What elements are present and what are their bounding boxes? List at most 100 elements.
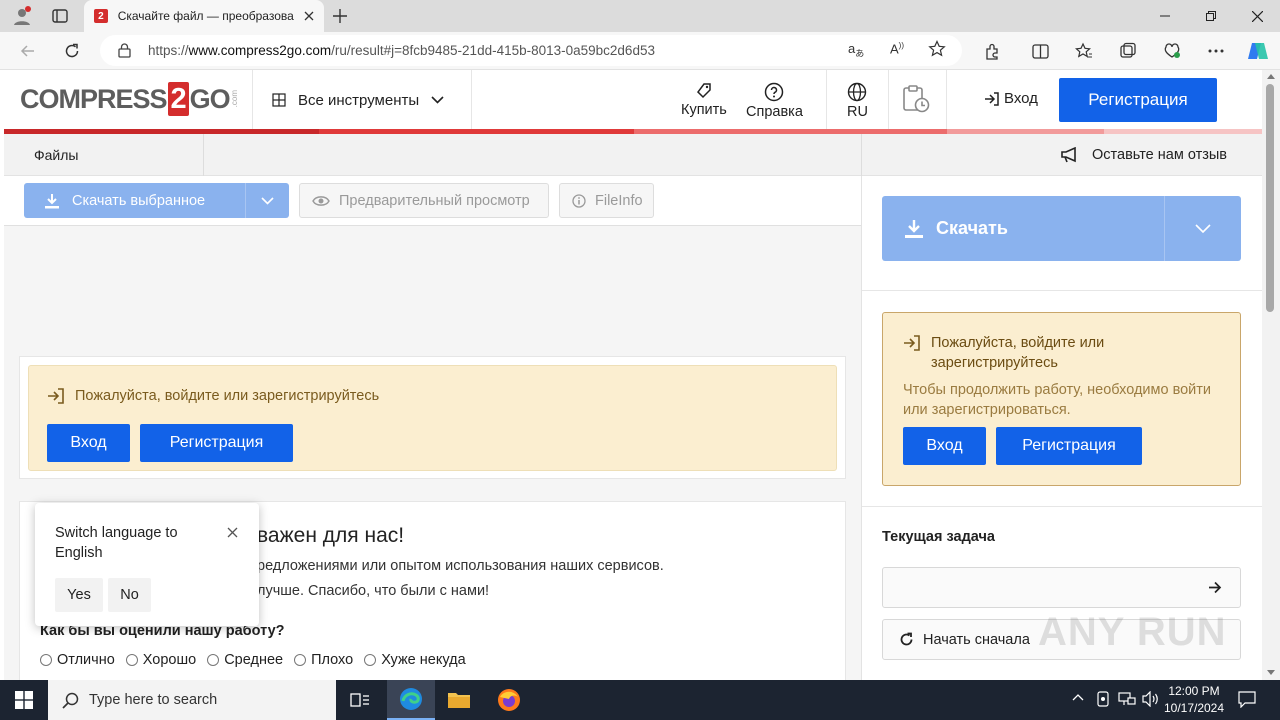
rating-option-good[interactable]: Хорошо — [125, 652, 197, 668]
logo-text-2: 2 — [167, 82, 189, 116]
download-selected-button[interactable]: Скачать выбранное — [24, 183, 289, 218]
header-login-link[interactable]: Вход — [984, 90, 1038, 107]
language-button[interactable]: RU — [847, 80, 868, 120]
download-button[interactable]: Скачать — [882, 196, 1241, 261]
translate-icon[interactable]: aあ — [848, 41, 864, 60]
fileinfo-button[interactable]: FileInfo — [559, 183, 654, 218]
taskbar-search-box[interactable]: Type here to search — [48, 680, 336, 720]
new-tab-icon[interactable] — [332, 8, 348, 24]
sub-navigation-bar: Файлы Оставьте нам отзыв — [4, 134, 1262, 176]
scroll-down-icon[interactable] — [1267, 670, 1275, 676]
firefox-icon[interactable] — [485, 680, 533, 720]
site-favicon-icon: 2 — [94, 9, 108, 23]
buy-button[interactable]: Купить — [681, 80, 727, 118]
radio-button[interactable] — [207, 654, 220, 666]
web-page: COMPRESS 2 GO .com Все инструменты Купить С… — [4, 70, 1262, 680]
help-label: Справка — [746, 104, 803, 120]
scroll-up-icon[interactable] — [1267, 73, 1275, 79]
tab-actions-icon[interactable] — [52, 8, 68, 24]
divider — [252, 70, 253, 130]
address-bar[interactable]: https://www.compress2go.com/ru/result#j=… — [100, 35, 962, 66]
login-prompt-card: Пожалуйста, войдите или зарегистрируйтес… — [19, 356, 846, 479]
split-screen-icon[interactable] — [1028, 39, 1052, 63]
download-selected-label: Скачать выбранное — [72, 192, 206, 209]
read-aloud-icon[interactable]: A)) — [890, 41, 904, 56]
radio-button[interactable] — [294, 654, 307, 666]
browser-essentials-icon[interactable] — [1160, 39, 1184, 63]
lock-icon[interactable] — [118, 43, 131, 58]
edge-browser-icon[interactable] — [387, 680, 435, 720]
download-label: Скачать — [936, 218, 1008, 238]
current-task-item[interactable] — [882, 567, 1241, 608]
notifications-icon[interactable] — [1238, 691, 1256, 708]
login-prompt-box: Пожалуйста, войдите или зарегистрируйтес… — [28, 365, 837, 471]
chevron-up-icon[interactable] — [1072, 693, 1084, 701]
network-icon[interactable] — [1118, 692, 1136, 706]
browser-tab-active[interactable]: 2 Скачайте файл — преобразова — [84, 0, 324, 32]
profile-icon[interactable] — [12, 6, 32, 26]
tray-device-icon[interactable] — [1096, 691, 1110, 707]
files-toolbar: Скачать выбранное Предварительный просмо… — [4, 176, 861, 226]
preview-button[interactable]: Предварительный просмотр — [299, 183, 549, 218]
collections-icon[interactable] — [1116, 39, 1140, 63]
extensions-icon[interactable] — [980, 39, 1004, 63]
favorites-icon[interactable] — [1072, 39, 1096, 63]
page-scrollbar[interactable] — [1262, 70, 1280, 680]
favorite-star-icon[interactable] — [928, 40, 946, 58]
header-register-button[interactable]: Регистрация — [1059, 78, 1217, 122]
restore-icon[interactable] — [1188, 0, 1234, 32]
radio-button[interactable] — [364, 654, 377, 666]
logo-text-go: GO — [189, 83, 231, 114]
divider — [946, 70, 947, 130]
sidebar-login-button[interactable]: Вход — [903, 427, 986, 465]
popup-yes-button[interactable]: Yes — [55, 578, 103, 612]
site-header: COMPRESS 2 GO .com Все инструменты Купить С… — [4, 70, 1262, 134]
chevron-down-icon[interactable] — [246, 196, 289, 205]
sidebar-register-button[interactable]: Регистрация — [996, 427, 1142, 465]
register-button[interactable]: Регистрация — [140, 424, 293, 462]
feedback-link[interactable]: Оставьте нам отзыв — [1060, 134, 1227, 176]
task-view-icon[interactable] — [336, 680, 384, 720]
rating-option-label: Хорошо — [142, 652, 197, 668]
history-clipboard-icon[interactable] — [901, 84, 931, 114]
copilot-icon[interactable] — [1246, 39, 1270, 63]
volume-icon[interactable] — [1142, 691, 1160, 707]
radio-button[interactable] — [40, 654, 52, 666]
rating-option-bad[interactable]: Плохо — [294, 652, 353, 668]
windows-start-icon[interactable] — [0, 680, 48, 720]
switch-language-popup: Switch language to English Yes No — [35, 503, 259, 626]
help-button[interactable]: Справка — [746, 80, 803, 120]
rating-option-average[interactable]: Среднее — [207, 652, 283, 668]
feedback-label: Оставьте нам отзыв — [1092, 147, 1227, 163]
divider — [862, 506, 1262, 507]
close-window-icon[interactable] — [1234, 0, 1280, 32]
rating-text-line1: редложениями или опытом использования на… — [257, 558, 664, 574]
minimize-icon[interactable] — [1142, 0, 1188, 32]
more-menu-icon[interactable] — [1204, 39, 1228, 63]
rating-option-worst[interactable]: Хуже некуда — [364, 652, 466, 668]
tab-close-icon[interactable] — [304, 11, 314, 21]
browser-toolbar: https://www.compress2go.com/ru/result#j=… — [0, 32, 1280, 70]
megaphone-icon — [1060, 147, 1080, 163]
radio-button[interactable] — [125, 654, 138, 666]
tab-files[interactable]: Файлы — [4, 134, 204, 176]
popup-no-button[interactable]: No — [108, 578, 151, 612]
divider — [471, 70, 472, 130]
close-icon[interactable] — [227, 527, 238, 538]
sign-in-icon — [984, 91, 1000, 106]
globe-icon — [847, 82, 867, 102]
scrollbar-thumb[interactable] — [1266, 84, 1274, 312]
file-explorer-icon[interactable] — [435, 680, 483, 720]
site-logo[interactable]: COMPRESS 2 GO .com — [20, 82, 239, 116]
arrow-right-icon[interactable] — [1208, 581, 1222, 594]
refresh-icon[interactable] — [60, 39, 84, 63]
chevron-down-icon[interactable] — [1165, 224, 1241, 233]
search-placeholder: Type here to search — [89, 692, 218, 708]
system-clock[interactable]: 12:00 PM 10/17/2024 — [1160, 683, 1228, 717]
back-icon[interactable] — [16, 39, 40, 63]
rating-option-excellent[interactable]: Отлично — [40, 652, 115, 668]
divider — [862, 290, 1262, 291]
all-tools-menu[interactable]: Все инструменты — [272, 70, 444, 130]
login-button[interactable]: Вход — [47, 424, 130, 462]
rating-options: Отлично Хорошо Среднее Плохо Хуже некуда — [40, 652, 466, 668]
